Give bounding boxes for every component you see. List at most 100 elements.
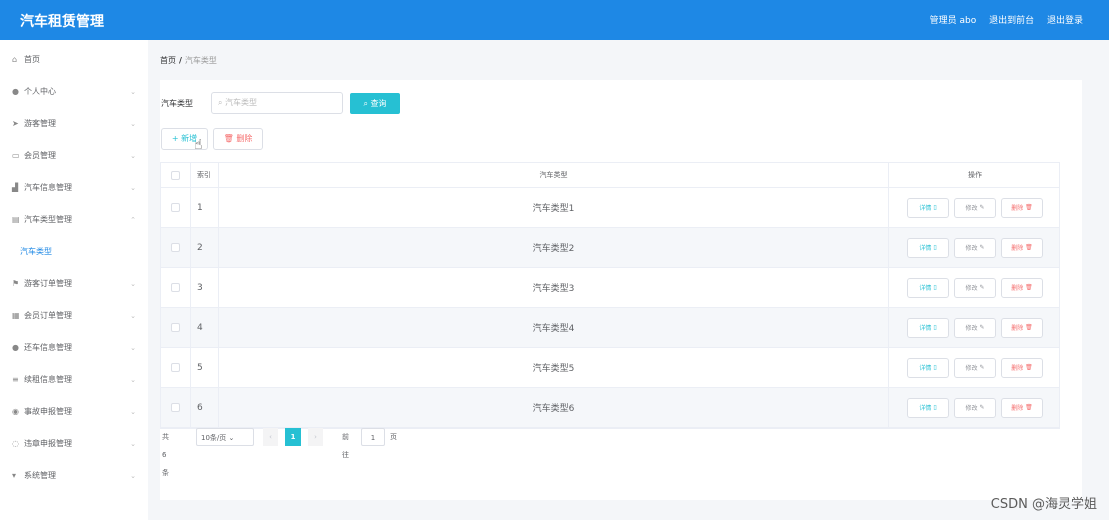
row-index: 4 <box>191 308 219 347</box>
row-car-type: 汽车类型4 <box>219 308 889 347</box>
sidebar-item-label: 系统管理 <box>24 471 56 480</box>
edit-button[interactable]: 修改 ✎ <box>954 277 996 298</box>
breadcrumb-home[interactable]: 首页 <box>160 56 176 65</box>
detail-button[interactable]: 详情 ▯ <box>907 277 949 298</box>
row-index: 3 <box>191 268 219 307</box>
row-checkbox[interactable] <box>171 203 180 212</box>
detail-label: 详情 <box>919 365 932 372</box>
edit-button[interactable]: 修改 ✎ <box>954 197 996 218</box>
edit-button[interactable]: 修改 ✎ <box>954 317 996 338</box>
sidebar-item[interactable]: ≡ 续租信息管理 ⌄ <box>0 364 148 396</box>
top-header: 汽车租赁管理 管理员 abo 退出到前台 退出登录 <box>0 0 1109 40</box>
trash-icon: 🗑 <box>223 134 237 143</box>
search-label: 汽车类型 <box>161 99 193 108</box>
detail-button[interactable]: 详情 ▯ <box>907 197 949 218</box>
detail-button[interactable]: 详情 ▯ <box>907 237 949 258</box>
hand-cursor-icon: ☝ <box>194 137 203 153</box>
row-checkbox[interactable] <box>171 243 180 252</box>
chevron-icon: ⌄ <box>130 440 136 448</box>
goto-page-input[interactable]: 1 <box>361 428 385 446</box>
chevron-down-icon: ⌄ <box>228 434 235 442</box>
sidebar-item-label: 首页 <box>24 55 40 64</box>
edit-button[interactable]: 修改 ✎ <box>954 237 996 258</box>
row-index: 1 <box>191 188 219 227</box>
sidebar-subitem-car-type[interactable]: 汽车类型 <box>0 236 148 268</box>
sidebar-item[interactable]: ⚑ 游客订单管理 ⌄ <box>0 268 148 300</box>
sidebar-item[interactable]: ◌ 违章申报管理 ⌄ <box>0 428 148 460</box>
detail-button[interactable]: 详情 ▯ <box>907 397 949 418</box>
delete-button[interactable]: 删除 🗑 <box>1001 397 1043 418</box>
delete-label: 删除 <box>1011 365 1024 372</box>
trash-icon: 🗑 <box>1025 204 1033 211</box>
delete-button[interactable]: 删除 🗑 <box>1001 357 1043 378</box>
table-header-row: 索引 汽车类型 操作 <box>161 163 1059 188</box>
document-icon: ▯ <box>933 284 937 291</box>
select-all-checkbox[interactable] <box>171 170 180 180</box>
sidebar-item[interactable]: ◉ 事故申报管理 ⌄ <box>0 396 148 428</box>
detail-button[interactable]: 详情 ▯ <box>907 357 949 378</box>
sidebar-item[interactable]: ▦ 会员订单管理 ⌄ <box>0 300 148 332</box>
sidebar-item[interactable]: ⌂ 首页 <box>0 44 148 76</box>
chevron-icon: ⌄ <box>130 184 136 192</box>
sidebar-item[interactable]: ➤ 游客管理 ⌄ <box>0 108 148 140</box>
send-icon: ➤ <box>12 119 19 128</box>
row-car-type: 汽车类型6 <box>219 388 889 427</box>
table-row: 1 汽车类型1 详情 ▯ 修改 ✎ 删除 🗑 <box>161 188 1059 228</box>
search-input[interactable]: ⌕ 汽车类型 <box>211 92 343 114</box>
sidebar-item-label: 违章申报管理 <box>24 439 72 448</box>
row-checkbox[interactable] <box>171 363 180 372</box>
sidebar-item-label: 汽车信息管理 <box>24 183 72 192</box>
document-icon: ▯ <box>933 324 937 331</box>
edit-button[interactable]: 修改 ✎ <box>954 397 996 418</box>
row-checkbox[interactable] <box>171 323 180 332</box>
sidebar-item[interactable]: ● 个人中心 ⌄ <box>0 76 148 108</box>
row-index: 2 <box>191 228 219 267</box>
detail-button[interactable]: 详情 ▯ <box>907 317 949 338</box>
chevron-icon: ⌄ <box>130 280 136 288</box>
row-checkbox[interactable] <box>171 403 180 412</box>
app-title: 汽车租赁管理 <box>20 14 104 30</box>
index-header: 索引 <box>191 163 219 187</box>
breadcrumb-current: 汽车类型 <box>184 56 217 65</box>
sidebar-item-label: 汽车类型管理 <box>24 215 72 224</box>
row-checkbox[interactable] <box>171 283 180 292</box>
search-placeholder: 汽车类型 <box>225 98 258 107</box>
search-button[interactable]: ⌕ 查询 <box>350 93 400 114</box>
detail-label: 详情 <box>919 325 932 332</box>
shield-icon: ▾ <box>12 471 17 480</box>
delete-button[interactable]: 删除 🗑 <box>1001 317 1043 338</box>
sidebar-item[interactable]: ▤ 汽车类型管理 ⌃ <box>0 204 148 236</box>
batch-delete-button[interactable]: 🗑 删除 <box>213 128 263 150</box>
sidebar: ⌂ 首页 ● 个人中心 ⌄ ➤ 游客管理 ⌄ ▭ 会员管理 ⌄ ▟ 汽车信息管理 ⌄ ▤ 汽车类型管理 ⌃ 汽车类… <box>0 40 148 520</box>
exit-to-frontend-link[interactable]: 退出到前台 <box>989 16 1034 26</box>
sidebar-item[interactable]: ● 还车信息管理 ⌄ <box>0 332 148 364</box>
type-header: 汽车类型 <box>219 163 889 187</box>
delete-button[interactable]: 删除 🗑 <box>1001 197 1043 218</box>
chevron-icon: ⌄ <box>130 152 136 160</box>
delete-button[interactable]: 删除 🗑 <box>1001 237 1043 258</box>
sidebar-item-label: 事故申报管理 <box>24 407 72 416</box>
chevron-icon: ⌄ <box>130 472 136 480</box>
edit-label: 修改 <box>965 405 978 412</box>
trash-icon: 🗑 <box>1025 404 1033 411</box>
sidebar-item[interactable]: ▭ 会员管理 ⌄ <box>0 140 148 172</box>
search-button-label: 查询 <box>370 99 387 108</box>
detail-label: 详情 <box>919 405 932 412</box>
clock-icon: ◌ <box>12 439 19 448</box>
sidebar-item[interactable]: ▾ 系统管理 ⌄ <box>0 460 148 492</box>
document-icon: ▯ <box>933 244 937 251</box>
current-page[interactable]: 1 <box>285 428 301 446</box>
document-icon: ▯ <box>933 364 937 371</box>
prev-page-button[interactable]: ‹ <box>263 428 278 446</box>
document-icon: ▯ <box>933 204 937 211</box>
logout-link[interactable]: 退出登录 <box>1047 16 1083 26</box>
delete-button[interactable]: 删除 🗑 <box>1001 277 1043 298</box>
table-row: 3 汽车类型3 详情 ▯ 修改 ✎ 删除 🗑 <box>161 268 1059 308</box>
sidebar-item-label: 会员管理 <box>24 151 56 160</box>
page-size-select[interactable]: 10条/页 ⌄ <box>196 428 254 446</box>
edit-button[interactable]: 修改 ✎ <box>954 357 996 378</box>
trash-icon: 🗑 <box>1025 284 1033 291</box>
sidebar-item[interactable]: ▟ 汽车信息管理 ⌄ <box>0 172 148 204</box>
next-page-button[interactable]: › <box>308 428 323 446</box>
chart-icon: ▟ <box>12 183 19 192</box>
